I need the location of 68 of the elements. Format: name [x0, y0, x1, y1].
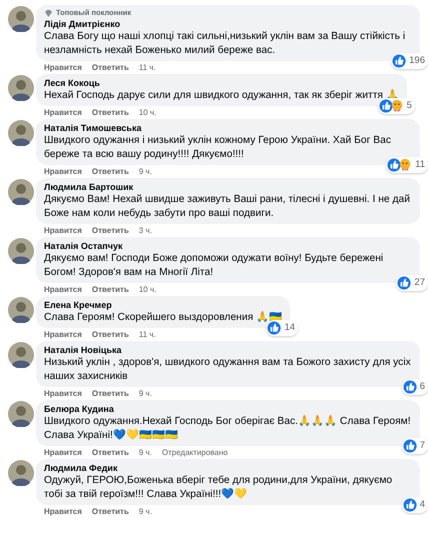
- reply-link[interactable]: Ответить: [92, 389, 129, 399]
- edited-label: Отредактировано: [162, 448, 228, 458]
- avatar: [8, 460, 34, 486]
- reaction-count[interactable]: 196: [391, 53, 428, 69]
- like-reaction-icon: [267, 321, 282, 335]
- like-reaction-icon: [378, 99, 393, 113]
- comment-time[interactable]: 11 ч.: [138, 330, 156, 340]
- comment-time[interactable]: 3 ч.: [138, 226, 152, 236]
- like-link[interactable]: Нравится: [44, 285, 82, 295]
- author-name[interactable]: Лідія Дмитрієнко: [44, 18, 412, 30]
- like-reaction-icon: [402, 498, 417, 512]
- like-link[interactable]: Нравится: [44, 226, 82, 236]
- reaction-count[interactable]: 14: [266, 320, 298, 336]
- reply-link[interactable]: Ответить: [92, 507, 129, 517]
- reply-link[interactable]: Ответить: [92, 167, 129, 177]
- author-name[interactable]: Наталія Тимошевська: [44, 122, 412, 134]
- hug-reaction-icon: [390, 99, 404, 113]
- diamond-icon: [44, 8, 53, 18]
- reply-link[interactable]: Ответить: [92, 63, 129, 73]
- avatar: [8, 179, 34, 205]
- comment-time[interactable]: 9 ч.: [138, 389, 152, 399]
- like-link[interactable]: Нравится: [44, 63, 82, 73]
- reaction-count[interactable]: 6: [402, 379, 428, 395]
- reaction-count[interactable]: 4: [402, 497, 428, 513]
- like-reaction-icon: [392, 54, 406, 68]
- avatar: [8, 401, 34, 427]
- reaction-count[interactable]: 7: [402, 438, 428, 454]
- reply-link[interactable]: Ответить: [92, 330, 129, 340]
- comment-time[interactable]: 9 ч.: [138, 167, 152, 177]
- comment-text: Дякуємо Вам! Нехай швидше заживуть Ваші рани, тілесні і душевні. І не дай Боже нам коли небудь забути про ваші подвиги.: [44, 193, 411, 221]
- avatar: [8, 75, 34, 101]
- reaction-count[interactable]: 11: [386, 157, 428, 173]
- author-name[interactable]: Наталія Новіцька: [44, 344, 412, 356]
- comment-time[interactable]: 9 ч.: [138, 448, 152, 458]
- like-link[interactable]: Нравится: [44, 330, 82, 340]
- like-link[interactable]: Нравится: [44, 167, 82, 177]
- like-reaction-icon: [402, 380, 417, 394]
- avatar: [8, 6, 34, 32]
- like-link[interactable]: Нравится: [44, 389, 82, 399]
- author-name[interactable]: Леся Кокоць: [44, 77, 399, 89]
- like-link[interactable]: Нравится: [44, 507, 82, 517]
- hug-reaction-icon: [398, 158, 412, 172]
- author-name[interactable]: Белюра Кудина: [44, 403, 412, 415]
- reply-link[interactable]: Ответить: [92, 285, 129, 295]
- reply-link[interactable]: Ответить: [92, 108, 129, 118]
- like-link[interactable]: Нравится: [44, 448, 82, 458]
- author-name[interactable]: Людмила Федик: [44, 462, 412, 474]
- like-reaction-icon: [402, 439, 417, 453]
- comment-time[interactable]: 10 ч.: [138, 285, 156, 295]
- avatar: [8, 297, 34, 323]
- like-reaction-icon: [387, 158, 402, 172]
- reaction-count[interactable]: 27: [396, 275, 428, 291]
- avatar: [8, 342, 34, 368]
- like-link[interactable]: Нравится: [44, 108, 82, 118]
- author-name[interactable]: Наталія Остапчук: [44, 240, 412, 252]
- avatar: [8, 238, 34, 264]
- reply-link[interactable]: Ответить: [92, 448, 129, 458]
- like-reaction-icon: [397, 276, 412, 290]
- comment-text: Дякуємо вам! Господи Боже допоможи одужати воїну! Будьте бережені Богом! Здоров'я вам на Многії Літа!: [44, 252, 384, 280]
- comment-time[interactable]: 11 ч.: [138, 63, 156, 73]
- avatar: [8, 120, 34, 146]
- comment-time[interactable]: 9 ч.: [138, 507, 152, 517]
- reaction-count[interactable]: 5: [378, 98, 415, 114]
- author-name[interactable]: Елена Кречмер: [44, 299, 282, 311]
- author-name[interactable]: Людмила Бартошик: [44, 181, 412, 193]
- comment-time[interactable]: 10 ч.: [138, 108, 156, 118]
- reply-link[interactable]: Ответить: [92, 226, 129, 236]
- comment-text: Одужуй, ГЕРОЮ,Боженька вберіг тебе для родини,для України, дякуємо тобі за твій героїзм!!! Слава Україні!!!💙💛: [44, 474, 394, 502]
